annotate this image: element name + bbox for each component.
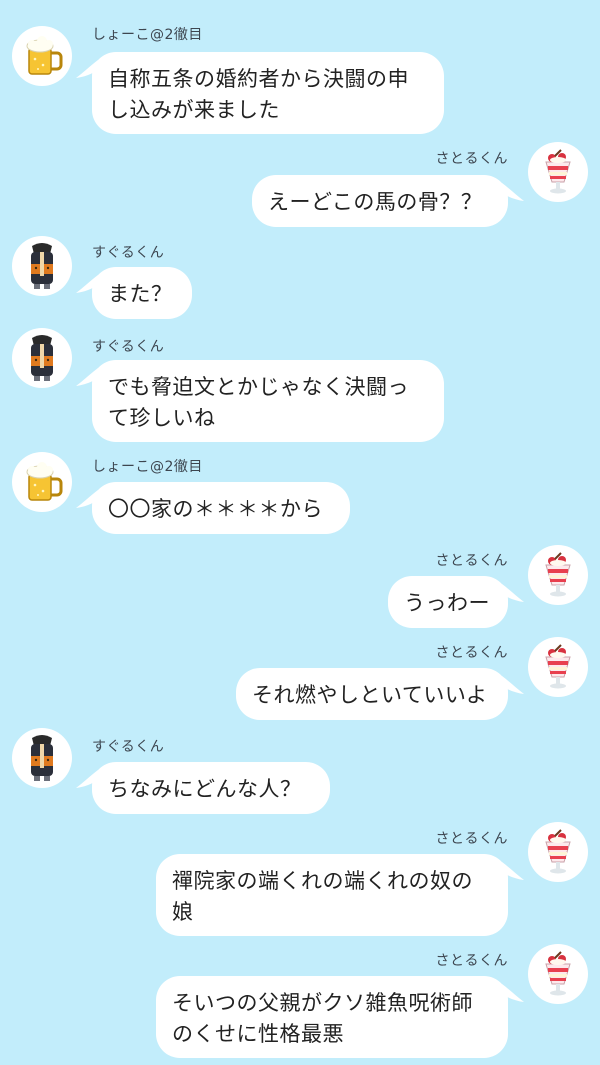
sender-name: さとるくん bbox=[435, 831, 508, 847]
bubble-tail bbox=[502, 181, 524, 203]
avatar[interactable] bbox=[12, 328, 72, 388]
sender-name: しょーこ@2徹目 bbox=[92, 459, 203, 475]
message-bubble[interactable]: えーどこの馬の骨？？ bbox=[252, 175, 508, 227]
message-bubble[interactable]: それ燃やしといていいよ bbox=[236, 668, 508, 720]
avatar[interactable] bbox=[528, 637, 588, 697]
parfait-icon bbox=[528, 637, 588, 697]
avatar[interactable] bbox=[528, 142, 588, 202]
monk-icon bbox=[12, 328, 72, 388]
parfait-icon bbox=[528, 142, 588, 202]
bubble-tail bbox=[76, 488, 98, 510]
message-text: えーどこの馬の骨？？ bbox=[268, 190, 483, 214]
message-bubble[interactable]: 〇〇家の＊＊＊＊から bbox=[92, 482, 350, 534]
message-bubble[interactable]: また？ bbox=[92, 267, 192, 319]
message-text: それ燃やしといていいよ bbox=[252, 683, 488, 707]
message-bubble[interactable]: そいつの父親がクソ雑魚呪術師 のくせに性格最悪 bbox=[156, 976, 508, 1058]
bubble-tail bbox=[502, 860, 524, 882]
bubble-tail bbox=[76, 273, 98, 295]
message-text: でも脅迫文とかじゃなく決闘っ て珍しいね bbox=[108, 375, 409, 430]
sender-name: さとるくん bbox=[435, 151, 508, 167]
message-bubble[interactable]: うっわー bbox=[388, 576, 508, 628]
sender-name: すぐるくん bbox=[92, 739, 165, 755]
parfait-icon bbox=[528, 944, 588, 1004]
message-text: 自称五条の婚約者から決闘の申 し込みが来ました bbox=[108, 67, 409, 122]
sender-name: さとるくん bbox=[435, 645, 508, 661]
bubble-tail bbox=[502, 674, 524, 696]
bubble-tail bbox=[502, 582, 524, 604]
avatar[interactable] bbox=[528, 545, 588, 605]
sender-name: しょーこ@2徹目 bbox=[92, 27, 203, 43]
bubble-tail bbox=[502, 982, 524, 1004]
sender-name: すぐるくん bbox=[92, 245, 165, 261]
sender-name: さとるくん bbox=[435, 953, 508, 969]
avatar[interactable] bbox=[12, 26, 72, 86]
avatar[interactable] bbox=[12, 236, 72, 296]
message-text: うっわー bbox=[404, 591, 490, 615]
sender-name: すぐるくん bbox=[92, 339, 165, 355]
message-bubble[interactable]: でも脅迫文とかじゃなく決闘っ て珍しいね bbox=[92, 360, 444, 442]
message-text: 禪院家の端くれの端くれの奴の 娘 bbox=[172, 869, 473, 924]
message-bubble[interactable]: 禪院家の端くれの端くれの奴の 娘 bbox=[156, 854, 508, 936]
message-bubble[interactable]: ちなみにどんな人？ bbox=[92, 762, 330, 814]
message-text: そいつの父親がクソ雑魚呪術師 のくせに性格最悪 bbox=[172, 991, 473, 1046]
message-text: 〇〇家の＊＊＊＊から bbox=[108, 497, 323, 521]
message-text: ちなみにどんな人？ bbox=[108, 777, 302, 801]
avatar[interactable] bbox=[12, 728, 72, 788]
avatar[interactable] bbox=[12, 452, 72, 512]
chat-area: しょーこ@2徹目 自称五条の婚約者から決闘の申 し込みが来ました さとるくん えーど… bbox=[0, 0, 600, 1065]
bubble-tail bbox=[76, 366, 98, 388]
message-bubble[interactable]: 自称五条の婚約者から決闘の申 し込みが来ました bbox=[92, 52, 444, 134]
parfait-icon bbox=[528, 545, 588, 605]
bubble-tail bbox=[76, 768, 98, 790]
parfait-icon bbox=[528, 822, 588, 882]
beer-mug-icon bbox=[12, 26, 72, 86]
avatar[interactable] bbox=[528, 822, 588, 882]
bubble-tail bbox=[76, 58, 98, 80]
beer-mug-icon bbox=[12, 452, 72, 512]
monk-icon bbox=[12, 728, 72, 788]
message-text: また？ bbox=[108, 282, 173, 306]
avatar[interactable] bbox=[528, 944, 588, 1004]
sender-name: さとるくん bbox=[435, 553, 508, 569]
monk-icon bbox=[12, 236, 72, 296]
